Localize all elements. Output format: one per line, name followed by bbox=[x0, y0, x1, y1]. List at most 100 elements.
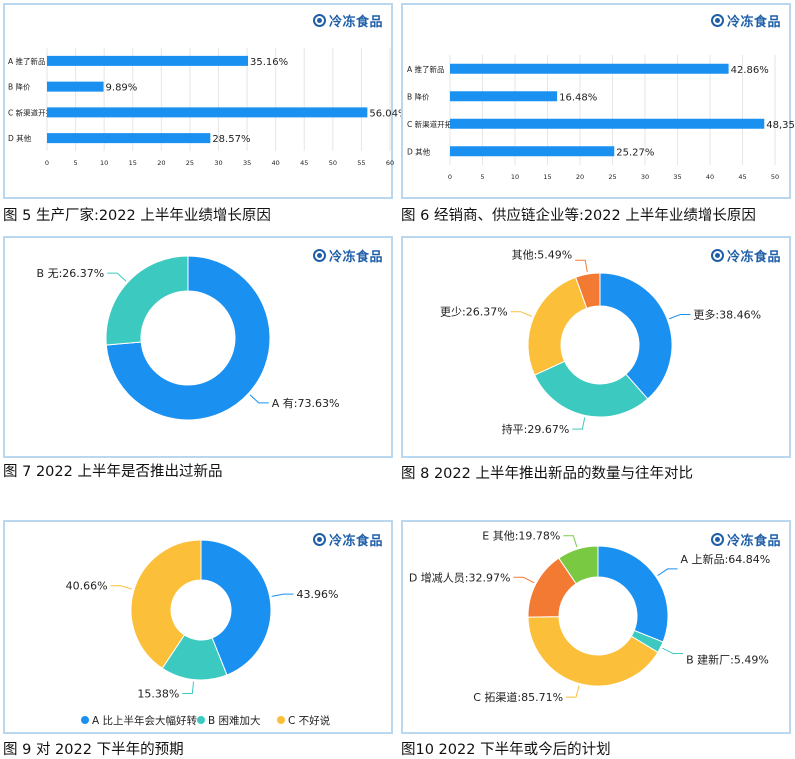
donut-chart-fig10: A 上新品:64.84% B 建新厂:5.49% C 拓渠道:85.71% D 增减人… bbox=[409, 530, 771, 704]
slice-label: 43.96% bbox=[296, 588, 338, 601]
x-tick-label: 25 bbox=[186, 159, 194, 167]
bar-value-label: 28.57% bbox=[212, 134, 250, 145]
leader-line bbox=[513, 576, 535, 584]
bar-value-label: 48,35% bbox=[766, 120, 795, 131]
category-label: C 新渠道开拓 bbox=[407, 119, 453, 129]
leader-line bbox=[182, 681, 195, 695]
x-tick-label: 0 bbox=[45, 159, 49, 167]
x-tick-label: 45 bbox=[738, 173, 746, 181]
figure-9-panel: 冷冻食品 43.96% 15.38% 40.66% A 比上半年会大幅好转 B 困难加大… bbox=[3, 520, 393, 734]
leader-line bbox=[510, 311, 532, 317]
category-label: B 降价 bbox=[8, 82, 31, 92]
leader-line bbox=[110, 585, 133, 590]
legend-marker bbox=[197, 716, 205, 724]
bar bbox=[47, 133, 211, 144]
x-tick-label: 45 bbox=[300, 159, 308, 167]
slice-label: C 拓渠道:85.71% bbox=[473, 690, 563, 704]
bar bbox=[47, 55, 248, 66]
x-tick-label: 5 bbox=[480, 173, 484, 181]
caption-fig5: 图 5 生产厂家:2022 上半年业绩增长原因 bbox=[3, 208, 271, 224]
donut-slice bbox=[597, 545, 669, 643]
x-tick-label: 40 bbox=[272, 159, 280, 167]
slice-label: B 无:26.37% bbox=[37, 267, 105, 280]
slice-label: 40.66% bbox=[66, 580, 108, 593]
slice-label: E 其他:19.78% bbox=[482, 530, 560, 543]
category-label: D 其他 bbox=[407, 146, 431, 156]
x-tick-label: 30 bbox=[214, 159, 222, 167]
x-tick-label: 20 bbox=[576, 173, 584, 181]
x-tick-label: 20 bbox=[157, 159, 165, 167]
bar-chart-fig6: 0 5 10 15 20 25 30 35 40 45 50 A 推了新品 42.86% B 降价 16.4… bbox=[407, 55, 795, 181]
x-tick-label: 0 bbox=[448, 173, 452, 181]
leader-line bbox=[572, 417, 586, 430]
bar bbox=[450, 118, 765, 129]
slice-label: 15.38% bbox=[137, 688, 179, 701]
x-tick-label: 25 bbox=[608, 173, 616, 181]
x-tick-label: 15 bbox=[129, 159, 137, 167]
x-tick-label: 60 bbox=[386, 159, 394, 167]
category-label: D 其他 bbox=[8, 133, 32, 143]
bar-value-label: 16.48% bbox=[559, 92, 597, 103]
donut-chart-fig7: A 有:73.63% B 无:26.37% bbox=[37, 255, 340, 421]
bar-value-label: 25.27% bbox=[616, 147, 654, 158]
leader-line bbox=[662, 647, 684, 655]
figure-10-panel: 冷冻食品 A 上新品:64.84% B 建新厂:5.49% C 拓渠道:85.71%… bbox=[401, 520, 791, 734]
donut-slice bbox=[105, 255, 189, 346]
leader-line bbox=[563, 535, 578, 548]
caption-fig7: 图 7 2022 上半年是否推出过新品 bbox=[3, 464, 223, 480]
slice-label: 更多:38.46% bbox=[693, 308, 761, 322]
x-tick-label: 40 bbox=[706, 173, 714, 181]
slice-label: A 上新品:64.84% bbox=[681, 552, 771, 566]
slice-label: B 建新厂:5.49% bbox=[686, 653, 769, 667]
x-tick-label: 10 bbox=[511, 173, 519, 181]
x-tick-label: 35 bbox=[243, 159, 251, 167]
caption-fig6: 图 6 经销商、供应链企业等:2022 上半年业绩增长原因 bbox=[401, 208, 756, 224]
leader-line bbox=[271, 593, 294, 597]
slice-label: A 有:73.63% bbox=[272, 396, 340, 410]
bar bbox=[450, 91, 558, 102]
x-tick-label: 15 bbox=[543, 173, 551, 181]
x-tick-label: 50 bbox=[329, 159, 337, 167]
leader-line bbox=[669, 314, 691, 320]
donut-slice bbox=[599, 272, 673, 400]
leader-line bbox=[657, 568, 678, 577]
leader-line bbox=[249, 394, 269, 404]
donut-chart-fig9: 43.96% 15.38% 40.66% A 比上半年会大幅好转 B 困难加大 C 不好说 bbox=[66, 539, 338, 727]
donut-chart-fig8: 更多:38.46% 持平:29.67% 更少:26.37% 其他:5.49% bbox=[440, 248, 761, 436]
bar-value-label: 35.16% bbox=[250, 57, 288, 68]
legend-marker bbox=[277, 716, 285, 724]
bar-chart-fig5: 0 5 10 15 20 25 30 35 40 45 50 55 60 A 推了新品 35.16% B 降价… bbox=[8, 48, 408, 167]
slice-label: 其他:5.49% bbox=[512, 248, 573, 261]
x-tick-label: 5 bbox=[74, 159, 78, 167]
donut-slice bbox=[527, 276, 588, 376]
leader-line bbox=[575, 259, 588, 273]
bar-value-label: 42.86% bbox=[731, 65, 769, 76]
leader-line bbox=[107, 272, 127, 282]
caption-fig9: 图 9 对 2022 下半年的预期 bbox=[3, 742, 184, 758]
x-tick-label: 50 bbox=[771, 173, 779, 181]
figure-5-panel: 冷冻食品 0 5 10 15 20 25 30 35 40 45 50 55 60 A 推了新品 35.16… bbox=[3, 3, 408, 199]
slice-label: D 增减人员:32.97% bbox=[409, 570, 511, 584]
figure-6-panel: 冷冻食品 0 5 10 15 20 25 30 35 40 45 50 A 推了新品 42.86% B 降… bbox=[401, 3, 795, 199]
bar bbox=[450, 146, 615, 157]
bar bbox=[47, 81, 104, 92]
category-label: B 降价 bbox=[407, 91, 430, 101]
figure-8-panel: 冷冻食品 更多:38.46% 持平:29.67% 更少:26.37% 其他:5.49% bbox=[401, 236, 791, 458]
x-tick-label: 35 bbox=[673, 173, 681, 181]
x-tick-label: 10 bbox=[100, 159, 108, 167]
category-label: A 推了新品 bbox=[8, 56, 46, 66]
legend-label: C 不好说 bbox=[288, 714, 331, 727]
legend-label: B 困难加大 bbox=[208, 714, 261, 727]
x-tick-label: 30 bbox=[641, 173, 649, 181]
bar bbox=[450, 63, 729, 74]
legend-marker bbox=[81, 716, 89, 724]
x-tick-label: 55 bbox=[357, 159, 365, 167]
slice-label: 持平:29.67% bbox=[502, 422, 570, 436]
bar-value-label: 9.89% bbox=[106, 83, 138, 94]
category-label: C 新渠道开拓 bbox=[8, 107, 54, 117]
slice-label: 更少:26.37% bbox=[440, 306, 508, 319]
caption-fig10: 图10 2022 下半年或今后的计划 bbox=[401, 742, 611, 758]
caption-fig8: 图 8 2022 上半年推出新品的数量与往年对比 bbox=[401, 466, 693, 482]
leader-line bbox=[566, 685, 580, 698]
category-label: A 推了新品 bbox=[407, 64, 445, 74]
